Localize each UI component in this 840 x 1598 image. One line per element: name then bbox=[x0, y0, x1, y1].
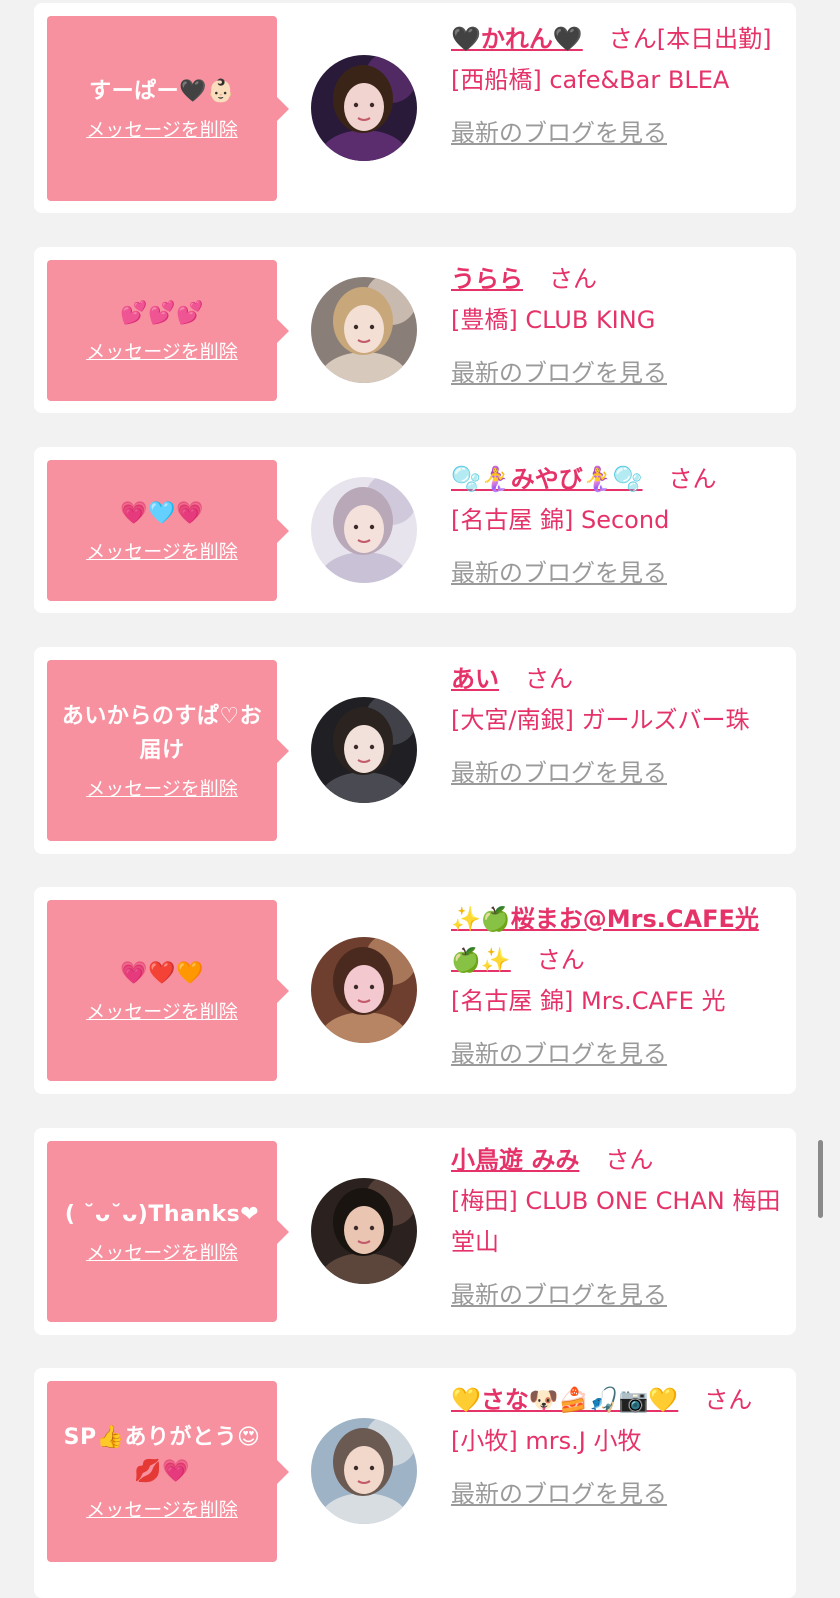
message-card: SP👍ありがとう😍💋💗 メッセージを削除 💛さな🐶🍰🎣📷💛 さん [小牧] mrs… bbox=[34, 1368, 796, 1598]
message-text: 💗🩵💗 bbox=[120, 501, 204, 526]
latest-blog-link[interactable]: 最新のブログを見る bbox=[451, 553, 667, 594]
message-card: 💗❤️🧡 メッセージを削除 ✨🍏桜まお@Mrs.CAFE光🍏✨ さん [名古屋 錦… bbox=[34, 887, 796, 1094]
message-bubble: SP👍ありがとう😍💋💗 メッセージを削除 bbox=[47, 1381, 289, 1562]
avatar-photo-mimi[interactable] bbox=[311, 1178, 417, 1284]
avatar-photo-karen[interactable] bbox=[311, 55, 417, 161]
name-line: 小鳥遊 みみ さん bbox=[451, 1140, 781, 1181]
avatar-photo-urara[interactable] bbox=[311, 277, 417, 383]
cast-info: あい さん [大宮/南銀] ガールズバー珠 最新のブログを見る bbox=[451, 659, 781, 794]
cast-info: 🫧🧜‍♀️みやび🧜‍♀️🫧 さん [名古屋 錦] Second 最新のブログを見る bbox=[451, 459, 781, 594]
latest-blog-link[interactable]: 最新のブログを見る bbox=[451, 1034, 667, 1075]
delete-message-link[interactable]: メッセージを削除 bbox=[86, 537, 238, 564]
message-card: 💗🩵💗 メッセージを削除 🫧🧜‍♀️みやび🧜‍♀️🫧 さん [名古屋 錦] Sec… bbox=[34, 447, 796, 613]
message-bubble: すーぱー🖤👶🏻 メッセージを削除 bbox=[47, 16, 289, 201]
message-bubble: あいからのすぱ♡お届け メッセージを削除 bbox=[47, 660, 289, 841]
name-line: うらら さん bbox=[451, 259, 781, 300]
latest-blog-link[interactable]: 最新のブログを見る bbox=[451, 353, 667, 394]
delete-message-link[interactable]: メッセージを削除 bbox=[86, 115, 238, 142]
message-bubble: ( ˘ᴗ˘ᴗ)Thanks❤ メッセージを削除 bbox=[47, 1141, 289, 1322]
message-card: すーぱー🖤👶🏻 メッセージを削除 🖤かれん🖤 さん[本日出勤] [西船橋] caf… bbox=[34, 3, 796, 213]
avatar-photo-miyabi[interactable] bbox=[311, 477, 417, 583]
shop-text: [梅田] CLUB ONE CHAN 梅田堂山 bbox=[451, 1187, 781, 1256]
message-card: 💕💕💕 メッセージを削除 うらら さん [豊橋] CLUB KING 最新のブログ… bbox=[34, 247, 796, 413]
shop-text: [大宮/南銀] ガールズバー珠 bbox=[451, 706, 750, 734]
shop-text: [西船橋] cafe&Bar BLEA bbox=[451, 66, 730, 94]
scrollbar[interactable] bbox=[818, 1140, 823, 1218]
message-bubble: 💗🩵💗 メッセージを削除 bbox=[47, 460, 289, 601]
delete-message-link[interactable]: メッセージを削除 bbox=[86, 997, 238, 1024]
message-bubble: 💗❤️🧡 メッセージを削除 bbox=[47, 900, 289, 1081]
message-text: SP👍ありがとう😍💋💗 bbox=[63, 1425, 261, 1484]
cast-name-link[interactable]: 🫧🧜‍♀️みやび🧜‍♀️🫧 bbox=[451, 465, 643, 493]
shop-text: [名古屋 錦] Mrs.CAFE 光 bbox=[451, 987, 726, 1015]
message-text: ( ˘ᴗ˘ᴗ)Thanks❤ bbox=[64, 1202, 260, 1227]
name-line: ✨🍏桜まお@Mrs.CAFE光🍏✨ さん bbox=[451, 899, 781, 981]
message-bubble: 💕💕💕 メッセージを削除 bbox=[47, 260, 289, 401]
latest-blog-link[interactable]: 最新のブログを見る bbox=[451, 1474, 667, 1515]
latest-blog-link[interactable]: 最新のブログを見る bbox=[451, 113, 667, 154]
delete-message-link[interactable]: メッセージを削除 bbox=[86, 774, 238, 801]
cast-name-link[interactable]: うらら bbox=[451, 265, 523, 293]
cast-name-link[interactable]: 💛さな🐶🍰🎣📷💛 bbox=[451, 1386, 678, 1414]
san-suffix: さん bbox=[704, 1386, 753, 1414]
message-text: すーぱー🖤👶🏻 bbox=[89, 79, 235, 104]
san-suffix: さん bbox=[536, 946, 585, 974]
san-suffix: さん bbox=[605, 1146, 654, 1174]
shop-text: [名古屋 錦] Second bbox=[451, 506, 670, 534]
cast-info: 小鳥遊 みみ さん [梅田] CLUB ONE CHAN 梅田堂山 最新のブログを… bbox=[451, 1140, 781, 1316]
name-line: 💛さな🐶🍰🎣📷💛 さん bbox=[451, 1380, 781, 1421]
avatar-photo-ai[interactable] bbox=[311, 697, 417, 803]
cast-info: 🖤かれん🖤 さん[本日出勤] [西船橋] cafe&Bar BLEA 最新のブログ… bbox=[451, 19, 781, 154]
latest-blog-link[interactable]: 最新のブログを見る bbox=[451, 1275, 667, 1316]
delete-message-link[interactable]: メッセージを削除 bbox=[86, 337, 238, 364]
message-text: あいからのすぱ♡お届け bbox=[61, 704, 263, 763]
latest-blog-link[interactable]: 最新のブログを見る bbox=[451, 753, 667, 794]
cast-info: 💛さな🐶🍰🎣📷💛 さん [小牧] mrs.J 小牧 最新のブログを見る bbox=[451, 1380, 781, 1515]
san-suffix: さん bbox=[549, 265, 597, 293]
san-suffix: さん bbox=[608, 25, 657, 53]
message-text: 💗❤️🧡 bbox=[120, 961, 204, 986]
cast-name-link[interactable]: ✨🍏桜まお@Mrs.CAFE光🍏✨ bbox=[451, 905, 759, 974]
message-card: ( ˘ᴗ˘ᴗ)Thanks❤ メッセージを削除 小鳥遊 みみ さん [梅田] CL… bbox=[34, 1128, 796, 1335]
cast-info: ✨🍏桜まお@Mrs.CAFE光🍏✨ さん [名古屋 錦] Mrs.CAFE 光 最… bbox=[451, 899, 781, 1075]
cast-name-link[interactable]: あい bbox=[451, 665, 499, 693]
avatar-photo-sana[interactable] bbox=[311, 1418, 417, 1524]
name-line: 🫧🧜‍♀️みやび🧜‍♀️🫧 さん bbox=[451, 459, 781, 500]
name-line: あい さん bbox=[451, 659, 781, 700]
message-card: あいからのすぱ♡お届け メッセージを削除 あい さん [大宮/南銀] ガールズバー… bbox=[34, 647, 796, 854]
cast-name-link[interactable]: 小鳥遊 みみ bbox=[451, 1146, 579, 1174]
message-text: 💕💕💕 bbox=[120, 301, 204, 326]
san-suffix: さん bbox=[668, 465, 717, 493]
cast-info: うらら さん [豊橋] CLUB KING 最新のブログを見る bbox=[451, 259, 781, 394]
shop-text: [小牧] mrs.J 小牧 bbox=[451, 1427, 642, 1455]
shop-text: [豊橋] CLUB KING bbox=[451, 306, 656, 334]
san-suffix: さん bbox=[525, 665, 573, 693]
status-text: [本日出勤] bbox=[656, 25, 772, 53]
name-line: 🖤かれん🖤 さん[本日出勤] bbox=[451, 19, 781, 60]
delete-message-link[interactable]: メッセージを削除 bbox=[86, 1495, 238, 1522]
cast-name-link[interactable]: 🖤かれん🖤 bbox=[451, 25, 583, 53]
avatar-photo-mao[interactable] bbox=[311, 937, 417, 1043]
delete-message-link[interactable]: メッセージを削除 bbox=[86, 1238, 238, 1265]
